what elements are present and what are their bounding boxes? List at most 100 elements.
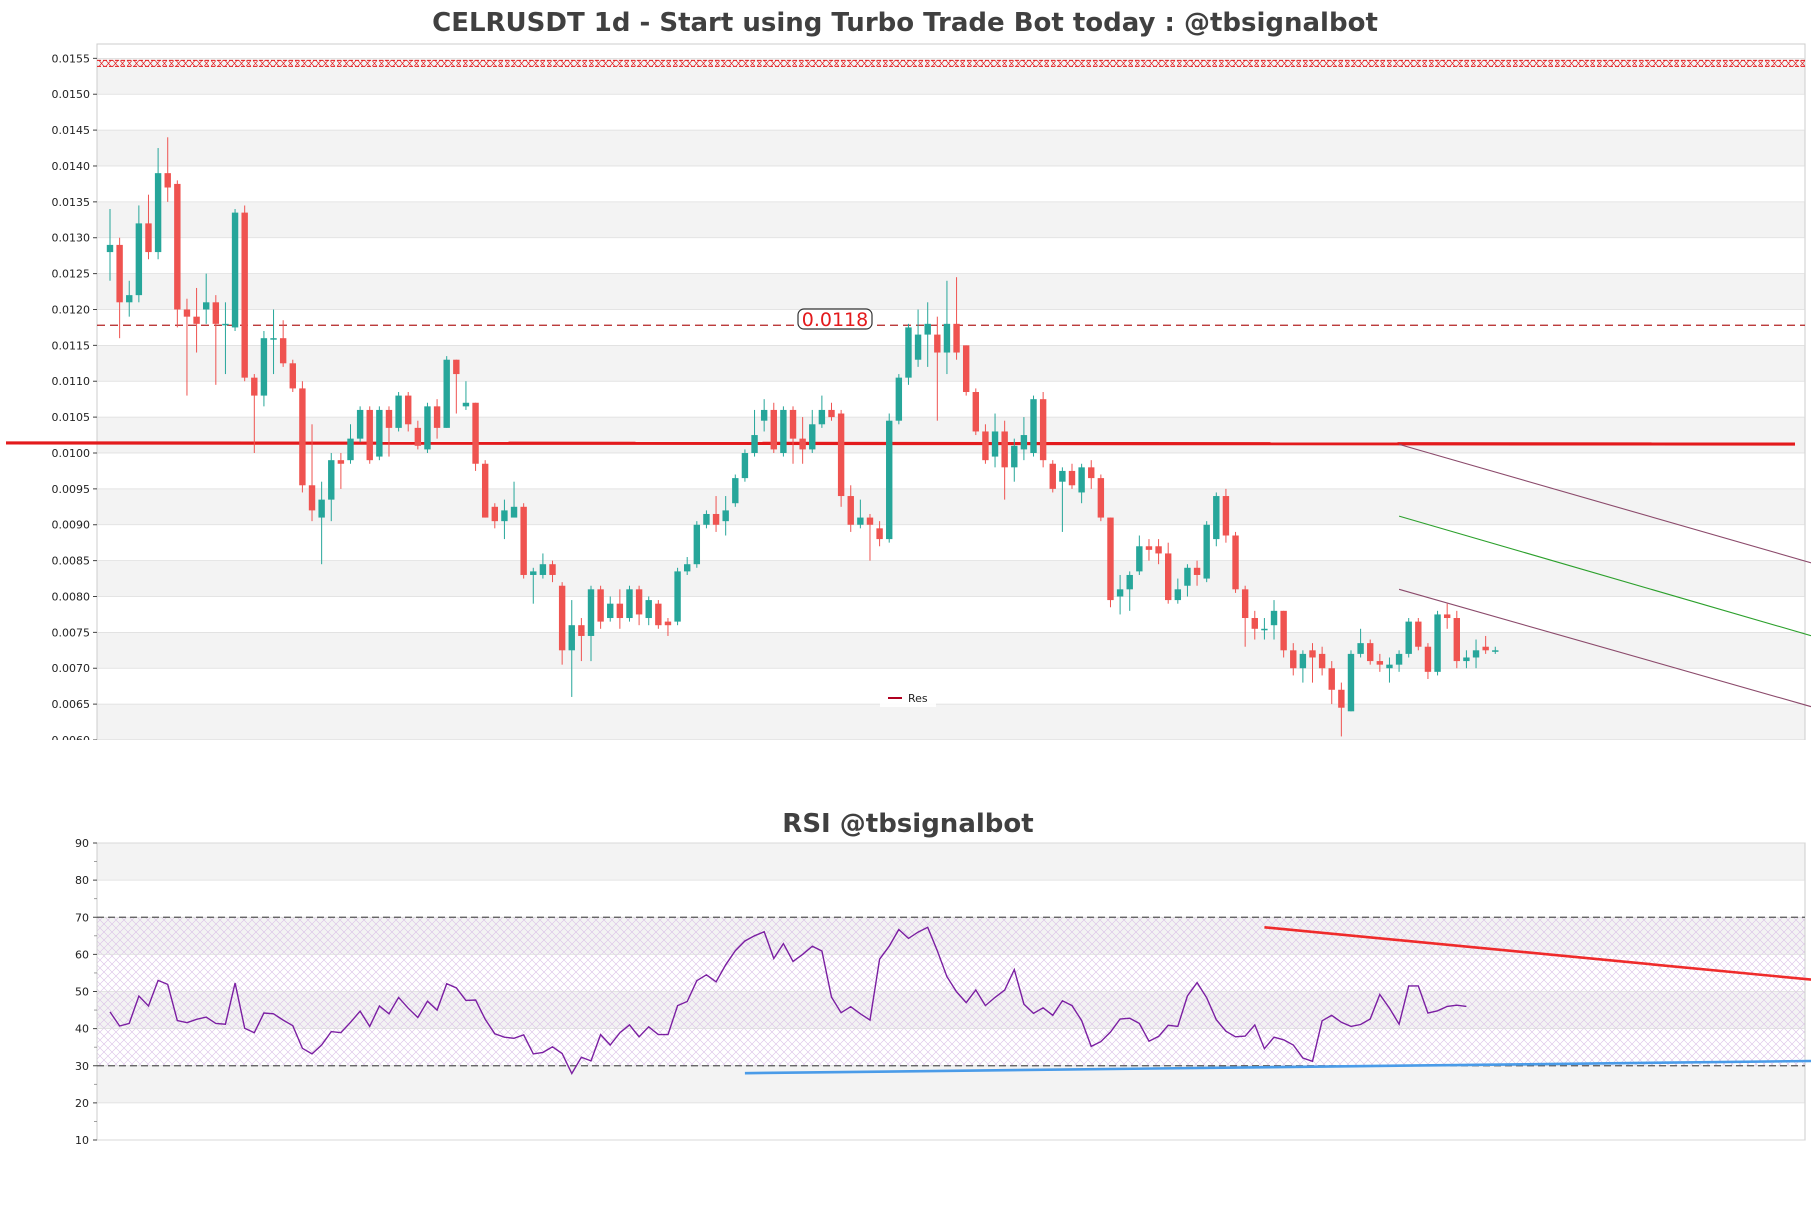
candle-body: [453, 359, 460, 375]
candle-body: [1116, 589, 1124, 597]
candle-body: [780, 409, 787, 453]
candle-body: [741, 452, 749, 479]
rsi-y-tick-label: 40: [75, 1023, 89, 1036]
candle-body: [1213, 496, 1220, 540]
price-y-tick-label: 0.0075: [52, 626, 91, 639]
candle-body: [568, 625, 575, 651]
candle-body: [847, 496, 854, 525]
candle-body: [934, 334, 941, 353]
candle-body: [1415, 621, 1422, 647]
candle-body: [308, 485, 316, 511]
candle-body: [905, 327, 912, 378]
candle-body: [972, 392, 979, 432]
price-band: [97, 560, 1805, 597]
candle-body: [1020, 435, 1028, 450]
candle-body: [539, 564, 547, 575]
rsi-chart-title: RSI @tbsignalbot: [782, 809, 1033, 839]
candle-body: [655, 603, 662, 626]
candle-body: [356, 409, 364, 439]
price-y-tick-label: 0.0090: [52, 519, 91, 532]
candle-body: [1482, 646, 1489, 651]
candle-body: [1059, 470, 1066, 482]
chart-stage: CELRUSDT 1d - Start using Turbo Trade Bo…: [0, 0, 1811, 1208]
candle-body: [405, 395, 412, 425]
candle-body: [1328, 668, 1335, 690]
price-band: [97, 488, 1805, 525]
price-band: [97, 130, 1805, 166]
candle-body: [587, 589, 595, 636]
candle-body: [443, 359, 450, 428]
candle-body: [962, 345, 970, 392]
candle-body: [251, 377, 258, 396]
candle-body: [578, 625, 585, 636]
price-y-tick-label: 0.0120: [52, 303, 91, 316]
candle-body: [626, 589, 633, 619]
candle-body: [1492, 650, 1499, 652]
candle-body: [664, 621, 672, 626]
candle-body: [1241, 589, 1249, 619]
candle-body: [953, 323, 960, 353]
candle-body: [1261, 628, 1268, 631]
candle-body: [1251, 618, 1258, 629]
candle-body: [1145, 546, 1153, 550]
candle-body: [1395, 653, 1403, 665]
legend-label: Res: [908, 692, 928, 705]
candle-body: [1309, 650, 1316, 658]
candle-body: [462, 402, 470, 407]
candle-body: [193, 316, 200, 324]
candle-body: [1155, 546, 1162, 554]
candle-body: [693, 524, 701, 565]
candle-body: [558, 585, 566, 651]
candle-body: [241, 212, 248, 378]
candle-body: [866, 517, 874, 525]
candle-body: [530, 571, 537, 575]
candle-body: [799, 438, 806, 450]
rsi-band: [97, 843, 1805, 881]
price-y-tick-label: 0.0080: [52, 590, 91, 603]
price-y-tick-label: 0.0135: [52, 196, 91, 209]
candle-body: [1097, 478, 1105, 518]
candle-body: [1367, 643, 1374, 662]
candle-body: [183, 309, 191, 317]
candle-body: [1463, 657, 1470, 662]
price-band: [97, 704, 1805, 740]
price-y-tick-label: 0.0065: [52, 698, 91, 711]
candle-body: [376, 409, 383, 457]
support-line: [5, 441, 1796, 446]
price-y-tick-label: 0.0125: [52, 268, 91, 281]
candle-body: [1443, 614, 1451, 619]
candle-body: [770, 409, 777, 450]
price-chart-title: CELRUSDT 1d - Start using Turbo Trade Bo…: [432, 8, 1378, 38]
candle-body: [1280, 610, 1287, 651]
price-y-tick-label: 0.0115: [52, 339, 91, 352]
candle-body: [549, 564, 556, 575]
candle-body: [789, 409, 797, 439]
candle-body: [510, 506, 518, 518]
candle-body: [1107, 517, 1114, 601]
rsi-y-tick-label: 50: [75, 986, 89, 999]
candle-body: [116, 244, 123, 303]
price-y-tick-label: 0.0130: [52, 232, 91, 245]
rsi-y-tick-label: 30: [75, 1060, 89, 1073]
candle-body: [481, 463, 489, 518]
candle-body: [1001, 431, 1008, 468]
candle-body: [751, 435, 758, 453]
candle-body: [732, 478, 739, 504]
candle-body: [1078, 467, 1085, 493]
candle-body: [1318, 653, 1326, 669]
price-band: [97, 632, 1805, 669]
price-y-tick-label: 0.0085: [52, 555, 91, 568]
price-y-tick-label: 0.0100: [52, 447, 91, 460]
candle-body: [1376, 661, 1384, 665]
candle-body: [712, 513, 720, 525]
candle-body: [1357, 643, 1364, 654]
rsi-y-tick-label: 20: [75, 1097, 89, 1110]
candle-body: [1347, 653, 1355, 712]
candle-body: [424, 406, 431, 450]
candle-body: [1386, 664, 1393, 669]
candle-body: [203, 302, 210, 310]
price-bands: [96, 43, 1806, 740]
candle-body: [366, 409, 373, 461]
candle-body: [212, 302, 220, 324]
candle-body: [433, 406, 441, 428]
